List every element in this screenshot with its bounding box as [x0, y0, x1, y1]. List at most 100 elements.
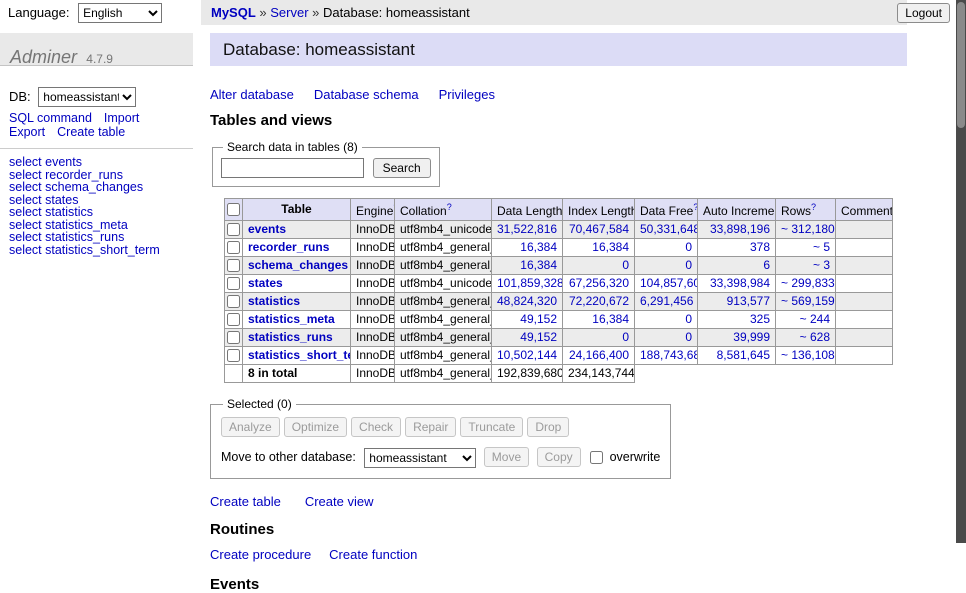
row-checkbox-statistics_meta[interactable] — [227, 313, 240, 326]
vertical-scrollbar[interactable] — [956, 0, 966, 543]
auto-increment-cell: 325 — [698, 311, 776, 329]
index-length-cell: 16,384 — [563, 239, 635, 257]
table-name-cell: statistics_short_term — [243, 347, 351, 365]
data-length-cell: 101,859,328 — [492, 275, 563, 293]
table-row-statistics_short_term: statistics_short_termInnoDButf8mb4_gener… — [225, 347, 893, 365]
sidebar-action-export[interactable]: Export — [9, 125, 45, 139]
row-checkbox-schema_changes[interactable] — [227, 259, 240, 272]
database-nav-links: Alter database Database schema Privileges — [210, 87, 907, 102]
breadcrumb-mysql[interactable]: MySQL — [211, 5, 256, 20]
comment-cell — [836, 221, 893, 239]
routines-create-procedure[interactable]: Create procedure — [210, 547, 311, 562]
total-data-length-cell: 192,839,680 — [492, 365, 563, 383]
overwrite-checkbox[interactable] — [590, 451, 603, 464]
select-all-checkbox[interactable] — [227, 203, 240, 216]
table-link-states[interactable]: states — [248, 276, 283, 290]
data-free-cell: 0 — [635, 239, 698, 257]
table-row-statistics: statisticsInnoDButf8mb4_general_ci48,824… — [225, 293, 893, 311]
table-row-states: statesInnoDButf8mb4_unicode_ci101,859,32… — [225, 275, 893, 293]
routines-heading: Routines — [210, 521, 907, 538]
move-button[interactable]: Move — [484, 447, 529, 467]
data-length-cell: 48,824,320 — [492, 293, 563, 311]
repair-button[interactable]: Repair — [405, 417, 456, 437]
nav-database-schema[interactable]: Database schema — [314, 87, 419, 102]
overwrite-control[interactable]: overwrite — [590, 450, 660, 464]
sidebar-action-create-table[interactable]: Create table — [57, 125, 125, 139]
column-header-auto-increment: Auto Increment? — [698, 199, 776, 221]
total-collation-cell: utf8mb4_general_ci — [395, 365, 492, 383]
drop-button[interactable]: Drop — [527, 417, 569, 437]
table-link-statistics_meta[interactable]: statistics_meta — [248, 312, 335, 326]
row-check-cell — [225, 221, 243, 239]
index-length-cell: 72,220,672 — [563, 293, 635, 311]
rows-link-states[interactable]: ~ 299,833 — [781, 276, 835, 290]
logout-button[interactable]: Logout — [897, 3, 950, 23]
row-checkbox-events[interactable] — [227, 223, 240, 236]
create-create-table[interactable]: Create table — [210, 494, 281, 509]
table-link-events[interactable]: events — [248, 222, 286, 236]
row-checkbox-states[interactable] — [227, 277, 240, 290]
row-checkbox-statistics_short_term[interactable] — [227, 349, 240, 362]
rows-link-statistics_meta[interactable]: ~ 244 — [800, 312, 830, 326]
rows-link-statistics_runs[interactable]: ~ 628 — [800, 330, 830, 344]
scrollbar-thumb[interactable] — [957, 2, 965, 128]
sidebar-select-statistics-short-term[interactable]: select statistics_short_term — [9, 243, 160, 257]
breadcrumb-server[interactable]: Server — [270, 5, 308, 20]
routines-create-function[interactable]: Create function — [329, 547, 417, 562]
rows-link-recorder_runs[interactable]: ~ 5 — [813, 240, 830, 254]
db-select[interactable]: homeassistant — [38, 87, 136, 107]
column-header-label: Table — [281, 202, 311, 216]
row-checkbox-recorder_runs[interactable] — [227, 241, 240, 254]
column-header-table: Table — [243, 199, 351, 221]
help-icon[interactable]: ? — [447, 202, 452, 212]
rows-link-statistics[interactable]: ~ 569,159 — [781, 294, 835, 308]
engine-cell: InnoDB — [351, 257, 395, 275]
copy-button[interactable]: Copy — [537, 447, 581, 467]
rows-link-events[interactable]: ~ 312,180 — [781, 222, 835, 236]
nav-privileges[interactable]: Privileges — [439, 87, 495, 102]
language-select[interactable]: English — [78, 3, 162, 23]
table-name-cell: events — [243, 221, 351, 239]
rows-cell: ~ 569,159 — [776, 293, 836, 311]
move-db-select[interactable]: homeassistant — [364, 448, 476, 468]
collation-cell: utf8mb4_general_ci — [395, 293, 492, 311]
rows-link-statistics_short_term[interactable]: ~ 136,108 — [781, 348, 835, 362]
optimize-button[interactable]: Optimize — [284, 417, 347, 437]
table-link-recorder_runs[interactable]: recorder_runs — [248, 240, 329, 254]
truncate-button[interactable]: Truncate — [460, 417, 523, 437]
auto-increment-cell: 8,581,645 — [698, 347, 776, 365]
sidebar-action-import[interactable]: Import — [104, 111, 139, 125]
search-button[interactable]: Search — [373, 158, 431, 178]
row-check-cell — [225, 293, 243, 311]
sidebar-action-row: SQL command Import — [9, 112, 193, 126]
engine-cell: InnoDB — [351, 221, 395, 239]
rows-link-schema_changes[interactable]: ~ 3 — [813, 258, 830, 272]
row-checkbox-statistics[interactable] — [227, 295, 240, 308]
engine-cell: InnoDB — [351, 311, 395, 329]
table-link-statistics_runs[interactable]: statistics_runs — [248, 330, 333, 344]
table-row-statistics_meta: statistics_metaInnoDButf8mb4_general_ci4… — [225, 311, 893, 329]
help-icon[interactable]: ? — [811, 202, 816, 212]
data-free-cell: 6,291,456 — [635, 293, 698, 311]
column-header-data-length: Data Length? — [492, 199, 563, 221]
help-icon[interactable]: ? — [693, 202, 697, 212]
nav-alter-database[interactable]: Alter database — [210, 87, 294, 102]
data-length-cell: 16,384 — [492, 239, 563, 257]
engine-cell: InnoDB — [351, 329, 395, 347]
table-link-statistics_short_term[interactable]: statistics_short_term — [248, 348, 351, 362]
table-link-schema_changes[interactable]: schema_changes — [248, 258, 348, 272]
index-length-cell: 0 — [563, 329, 635, 347]
column-header-comment: Comment? — [836, 199, 893, 221]
search-input[interactable] — [221, 158, 364, 178]
create-create-view[interactable]: Create view — [305, 494, 374, 509]
row-checkbox-statistics_runs[interactable] — [227, 331, 240, 344]
table-link-statistics[interactable]: statistics — [248, 294, 300, 308]
db-selector-row: DB: homeassistant — [9, 87, 193, 107]
sidebar-action-sql-command[interactable]: SQL command — [9, 111, 92, 125]
rows-cell: ~ 628 — [776, 329, 836, 347]
check-button[interactable]: Check — [351, 417, 401, 437]
app-name: Adminer — [10, 47, 77, 67]
index-length-cell: 24,166,400 — [563, 347, 635, 365]
analyze-button[interactable]: Analyze — [221, 417, 280, 437]
data-length-cell: 31,522,816 — [492, 221, 563, 239]
